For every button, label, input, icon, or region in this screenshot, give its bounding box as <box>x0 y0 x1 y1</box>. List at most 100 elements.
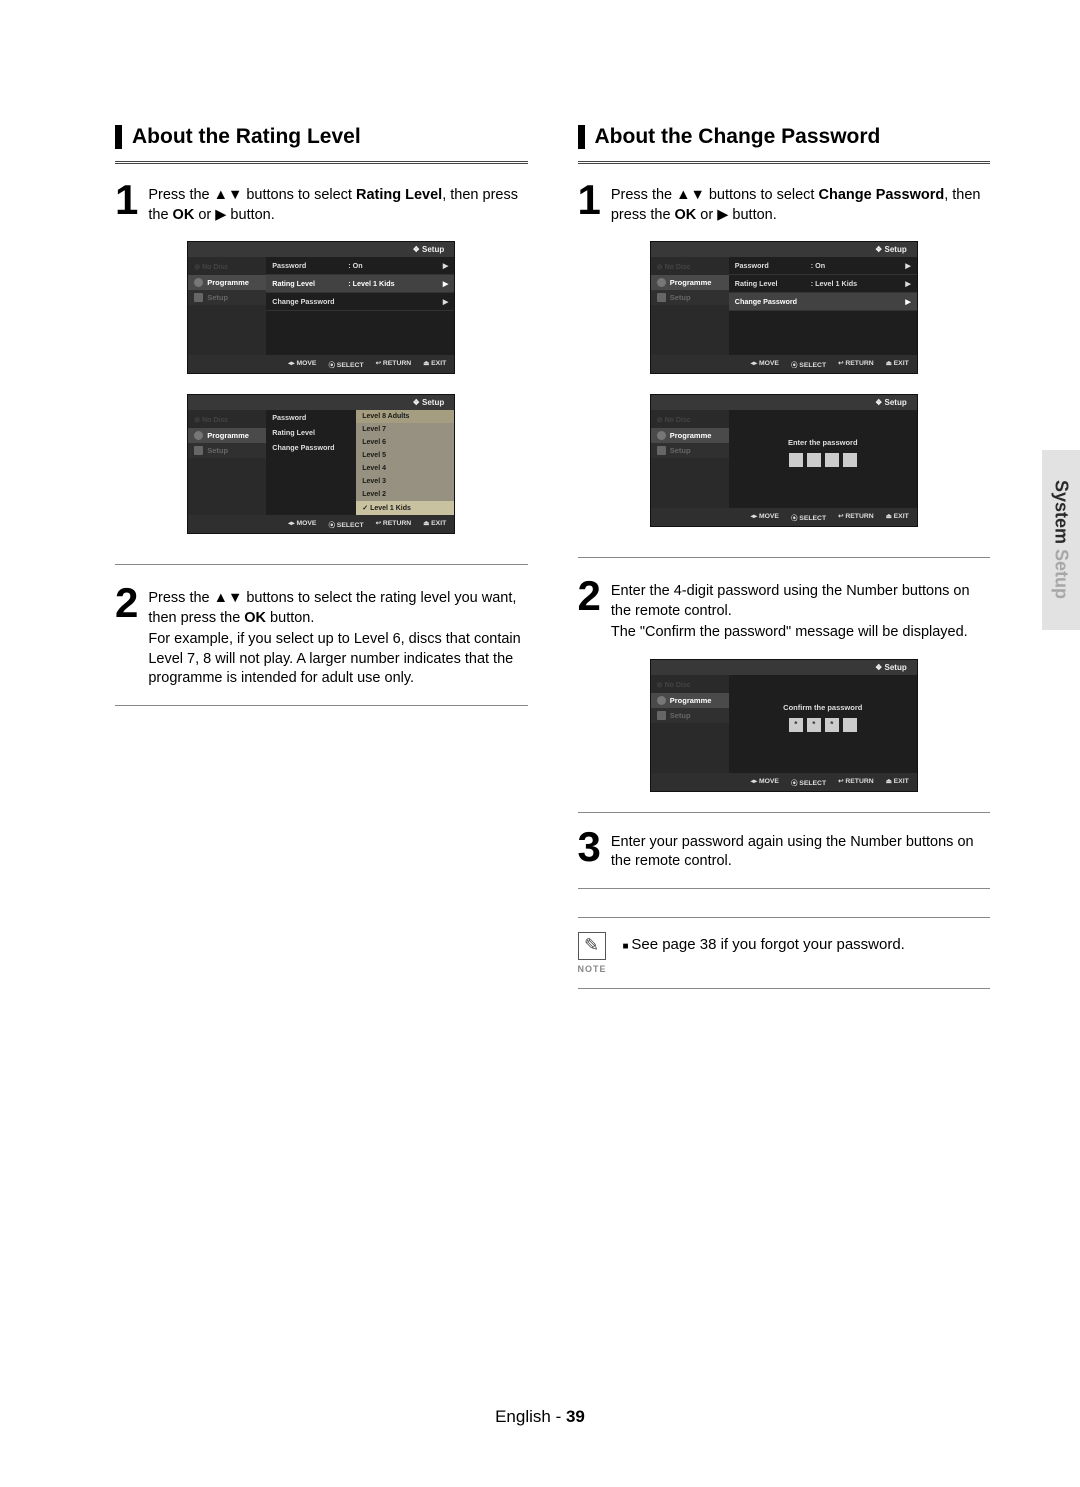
osd-side-setup: Setup <box>188 443 266 458</box>
osd-side-setup: Setup <box>651 708 729 723</box>
osd-level-item: Level 8 Adults <box>356 410 454 423</box>
step-number: 1 <box>115 182 138 218</box>
disc-icon <box>657 696 666 705</box>
osd-title: Setup <box>651 660 917 675</box>
heading-password-text: About the Change Password <box>595 125 881 149</box>
osd-screenshot-rating-1: Setup ⊘ No Disc Programme Setup Password… <box>187 241 455 374</box>
left-step-1: 1 Press the ▲▼ buttons to select Rating … <box>115 182 528 225</box>
osd-sidebar: ⊘ No Disc Programme Setup <box>188 257 266 355</box>
osd-sidebar: ⊘ No Disc Programme Setup <box>651 257 729 355</box>
note-icon: ✎ <box>578 932 606 960</box>
disc-icon <box>657 278 666 287</box>
osd-sidebar: ⊘ No Disc Programme Setup <box>651 675 729 773</box>
osd-screenshot-password-3: Setup ⊘ No Disc Programme Setup Confirm … <box>650 659 918 792</box>
osd-screenshot-password-2: Setup ⊘ No Disc Programme Setup Enter th… <box>650 394 918 527</box>
osd-title: Setup <box>651 242 917 257</box>
osd-no-disc: ⊘ No Disc <box>651 414 729 428</box>
disc-icon <box>194 278 203 287</box>
step-number: 3 <box>578 829 601 865</box>
password-digit-box <box>843 718 857 732</box>
password-digit-box: * <box>789 718 803 732</box>
step-text: Enter the 4-digit password using the Num… <box>611 578 990 643</box>
divider <box>578 161 991 164</box>
gear-icon <box>194 446 203 455</box>
osd-level-item: Level 2 <box>356 488 454 501</box>
osd-menu-row: Password: On▶ <box>266 257 454 275</box>
osd-screenshot-password-1: Setup ⊘ No Disc Programme Setup Password… <box>650 241 918 374</box>
step-text: Press the ▲▼ buttons to select the ratin… <box>148 585 527 689</box>
step-number: 1 <box>578 182 601 218</box>
gear-icon <box>657 293 666 302</box>
osd-side-programme: Programme <box>651 428 729 443</box>
right-step-1: 1 Press the ▲▼ buttons to select Change … <box>578 182 991 225</box>
right-step-2: 2 Enter the 4-digit password using the N… <box>578 578 991 643</box>
updown-icon: ▲▼ <box>676 187 705 203</box>
osd-side-programme: Programme <box>188 428 266 443</box>
heading-rating: About the Rating Level <box>115 125 528 149</box>
note-label: NOTE <box>578 964 607 974</box>
password-boxes: *** <box>729 718 917 732</box>
osd-level-item: Level 4 <box>356 462 454 475</box>
osd-main: PasswordRating LevelChange Password Leve… <box>266 410 454 515</box>
osd-menu-row: Change Password▶ <box>729 293 917 311</box>
osd-side-programme: Programme <box>651 693 729 708</box>
divider <box>115 705 528 706</box>
divider <box>115 564 528 565</box>
osd-main: Enter the password <box>729 410 917 508</box>
password-digit-box <box>789 453 803 467</box>
osd-menu-row: Rating Level <box>266 425 356 440</box>
divider <box>578 557 991 558</box>
osd-level-item: Level 6 <box>356 436 454 449</box>
osd-main-rows: PasswordRating LevelChange Password <box>266 410 356 515</box>
osd-menu-row: Change Password▶ <box>266 293 454 311</box>
osd-side-setup: Setup <box>651 443 729 458</box>
osd-menu-row: Rating Level: Level 1 Kids▶ <box>729 275 917 293</box>
step-text: Press the ▲▼ buttons to select Change Pa… <box>611 182 990 225</box>
osd-screenshot-rating-2: Setup ⊘ No Disc Programme Setup Password… <box>187 394 455 534</box>
osd-footer: MOVE SELECT RETURN EXIT <box>651 773 917 791</box>
osd-menu-row: Rating Level: Level 1 Kids▶ <box>266 275 454 293</box>
osd-menu-row: Password <box>266 410 356 425</box>
heading-bar-icon <box>115 125 122 149</box>
gear-icon <box>657 446 666 455</box>
gear-icon <box>657 711 666 720</box>
osd-footer: MOVE SELECT RETURN EXIT <box>188 355 454 373</box>
osd-no-disc: ⊘ No Disc <box>651 679 729 693</box>
page-footer: English - 39 <box>0 1407 1080 1427</box>
heading-bar-icon <box>578 125 585 149</box>
osd-sidebar: ⊘ No Disc Programme Setup <box>651 410 729 508</box>
col-change-password: About the Change Password 1 Press the ▲▼… <box>578 125 991 989</box>
right-step-3: 3 Enter your password again using the Nu… <box>578 829 991 872</box>
osd-footer: MOVE SELECT RETURN EXIT <box>651 508 917 526</box>
osd-main: Confirm the password *** <box>729 675 917 773</box>
osd-footer: MOVE SELECT RETURN EXIT <box>651 355 917 373</box>
osd-no-disc: ⊘ No Disc <box>188 414 266 428</box>
note-box: ✎ NOTE See page 38 if you forgot your pa… <box>578 917 991 989</box>
play-icon: ▶ <box>717 207 728 223</box>
password-boxes <box>729 453 917 467</box>
divider <box>115 161 528 164</box>
password-digit-box: * <box>807 718 821 732</box>
osd-no-disc: ⊘ No Disc <box>651 261 729 275</box>
osd-footer: MOVE SELECT RETURN EXIT <box>188 515 454 533</box>
password-prompt: Enter the password <box>729 438 917 447</box>
step-subtext: For example, if you select up to Level 6… <box>148 630 527 689</box>
step-number: 2 <box>115 585 138 621</box>
updown-icon: ▲▼ <box>214 590 243 606</box>
osd-side-programme: Programme <box>651 275 729 290</box>
side-tab: System Setup <box>1042 450 1080 630</box>
osd-menu-row: Password: On▶ <box>729 257 917 275</box>
osd-no-disc: ⊘ No Disc <box>188 261 266 275</box>
disc-icon <box>194 431 203 440</box>
osd-main-rows: Password: On▶Rating Level: Level 1 Kids▶… <box>729 257 917 355</box>
step-text: Enter your password again using the Numb… <box>611 829 990 872</box>
osd-level-item: Level 1 Kids <box>356 501 454 515</box>
osd-title: Setup <box>651 395 917 410</box>
osd-side-programme: Programme <box>188 275 266 290</box>
password-digit-box <box>843 453 857 467</box>
osd-side-setup: Setup <box>188 290 266 305</box>
password-digit-box <box>807 453 821 467</box>
divider <box>578 812 991 813</box>
osd-sidebar: ⊘ No Disc Programme Setup <box>188 410 266 515</box>
col-rating-level: About the Rating Level 1 Press the ▲▼ bu… <box>115 125 528 989</box>
